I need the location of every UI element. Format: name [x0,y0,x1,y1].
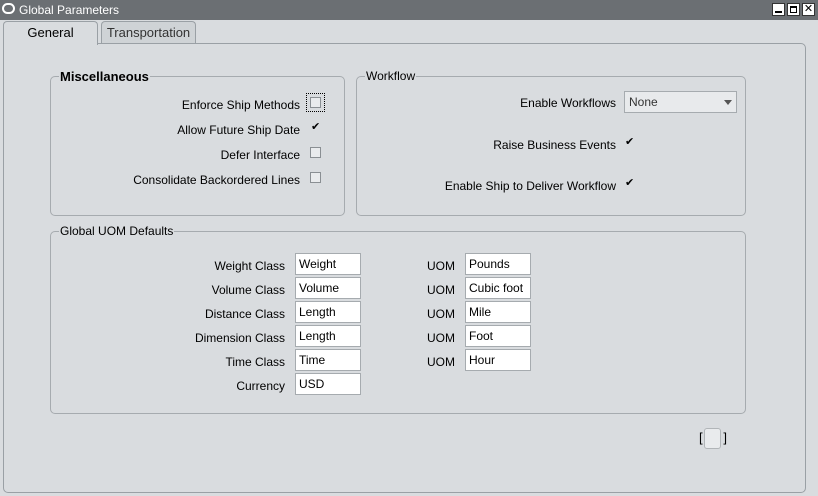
maximize-button[interactable] [787,3,800,16]
consolidate-backordered-lines-label: Consolidate Backordered Lines [133,173,300,187]
consolidate-backordered-lines-checkbox[interactable] [310,172,321,183]
distance-uom-field[interactable]: Mile [465,301,531,323]
volume-class-label: Volume Class [211,283,285,297]
allow-future-ship-date-label: Allow Future Ship Date [177,123,300,137]
title-bar: Global Parameters ✕ [0,0,818,20]
distance-class-field[interactable]: Length [295,301,361,323]
weight-uom-label: UOM [427,259,455,273]
time-uom-label: UOM [427,355,455,369]
oracle-logo-icon [2,3,15,14]
enforce-ship-methods-label: Enforce Ship Methods [181,98,300,112]
weight-uom-field[interactable]: Pounds [465,253,531,275]
volume-uom-label: UOM [427,283,455,297]
defer-interface-label: Defer Interface [220,148,300,162]
dimension-uom-field[interactable]: Foot [465,325,531,347]
currency-label: Currency [236,379,285,393]
time-class-field[interactable]: Time [295,349,361,371]
tab-general[interactable]: General [3,21,98,45]
distance-class-label: Distance Class [204,307,285,321]
workflow-title: Workflow [365,69,417,83]
dimension-class-field[interactable]: Length [295,325,361,347]
allow-future-ship-date-checkbox[interactable]: ✔ [310,122,321,133]
defer-interface-checkbox[interactable] [310,147,321,158]
bracket-left: [ [699,430,703,445]
weight-class-label: Weight Class [214,259,285,273]
footer-indicator[interactable]: [ ] [699,428,727,450]
miscellaneous-title: Miscellaneous [59,69,150,84]
raise-business-events-checkbox[interactable]: ✔ [624,137,635,148]
enable-workflows-select[interactable]: None [624,91,737,113]
minimize-button[interactable] [772,3,785,16]
time-uom-field[interactable]: Hour [465,349,531,371]
currency-field[interactable]: USD [295,373,361,395]
enable-workflows-label: Enable Workflows [520,96,616,110]
footer-button[interactable] [704,428,721,449]
miscellaneous-group: Miscellaneous [50,69,345,216]
dimension-uom-label: UOM [427,331,455,345]
volume-uom-field[interactable]: Cubic foot [465,277,531,299]
volume-class-field[interactable]: Volume [295,277,361,299]
dimension-class-label: Dimension Class [194,331,285,345]
window-title: Global Parameters [19,3,120,17]
global-uom-defaults-title: Global UOM Defaults [59,224,175,238]
weight-class-field[interactable]: Weight [295,253,361,275]
chevron-down-icon [724,100,732,105]
time-class-label: Time Class [225,355,285,369]
global-uom-defaults-group: Global UOM Defaults [50,224,746,414]
distance-uom-label: UOM [427,307,455,321]
tab-transportation[interactable]: Transportation [101,21,196,43]
enforce-ship-methods-checkbox[interactable] [306,93,325,112]
raise-business-events-label: Raise Business Events [493,138,616,152]
enable-workflows-value: None [629,95,658,109]
close-button[interactable]: ✕ [802,3,815,16]
enable-ship-to-deliver-label: Enable Ship to Deliver Workflow [444,179,616,193]
bracket-right: ] [723,430,727,445]
enable-ship-to-deliver-checkbox[interactable]: ✔ [624,178,635,189]
